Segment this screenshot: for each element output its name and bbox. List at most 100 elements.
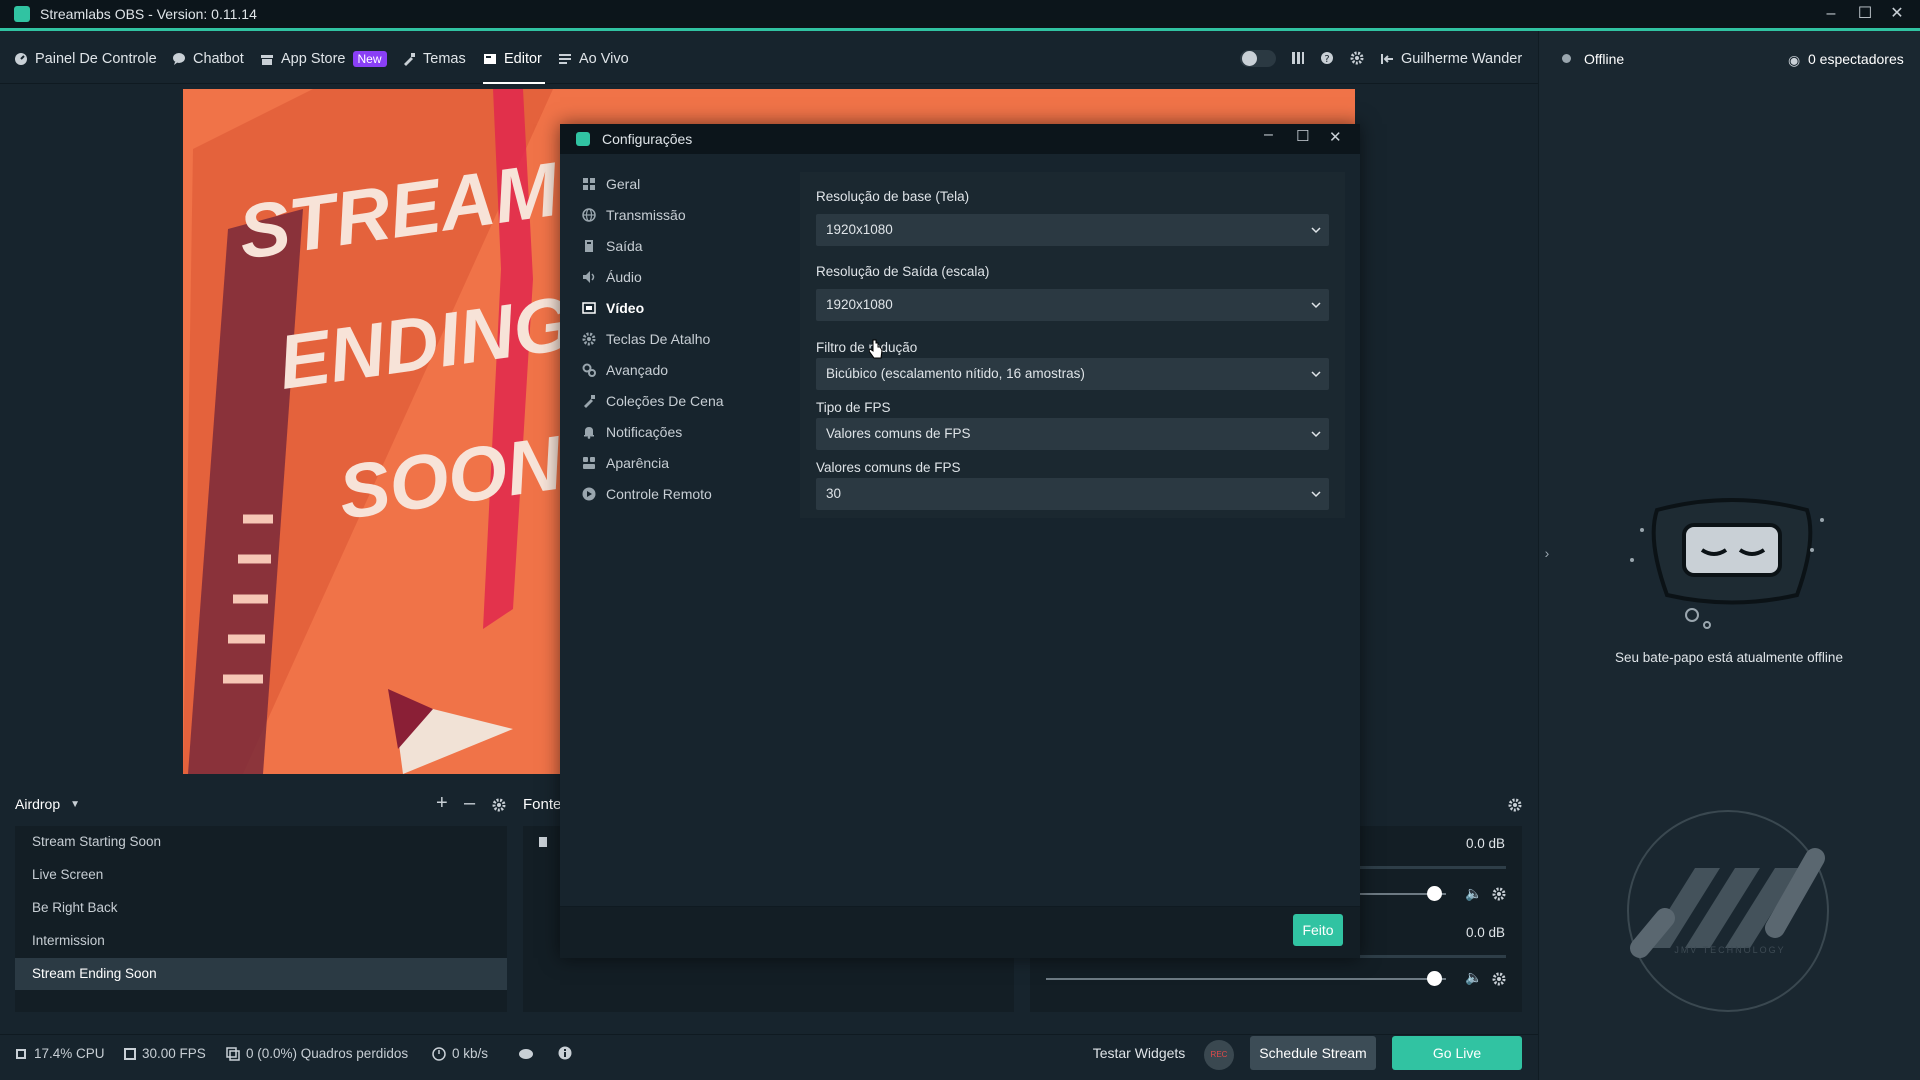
channel-gear-icon[interactable] [1492, 972, 1506, 986]
settings-nav-remote-control[interactable]: Controle Remoto [582, 484, 712, 504]
nav-themes[interactable]: Temas [402, 49, 466, 69]
chat-offline-message: Seu bate-papo está atualmente offline [1615, 650, 1843, 665]
settings-nav-audio[interactable]: Áudio [582, 267, 642, 287]
channel-gear-icon[interactable] [1492, 887, 1506, 901]
settings-nav-general[interactable]: Geral [582, 174, 640, 194]
done-button[interactable]: Feito [1293, 914, 1343, 946]
gear-icon [582, 332, 596, 346]
scene-item[interactable]: Intermission [15, 925, 507, 957]
nav-app-store[interactable]: App Store New [260, 49, 387, 69]
scene-item[interactable]: Be Right Back [15, 892, 507, 924]
play-icon [582, 487, 596, 501]
nav-label: Avançado [606, 362, 669, 378]
settings-nav-scene-collections[interactable]: Coleções De Cena [582, 391, 724, 411]
add-scene-icon[interactable]: + [436, 792, 448, 815]
mixer-slider-handle[interactable] [1427, 971, 1442, 986]
fps-value: 30.00 FPS [142, 1046, 206, 1061]
mixer-settings-gear-icon[interactable] [1508, 798, 1522, 812]
chevron-down-icon [1311, 371, 1321, 378]
close-icon[interactable]: ✕ [1329, 128, 1342, 146]
output-resolution-select[interactable]: 1920x1080 [816, 289, 1329, 321]
fps-stat: 30.00 FPS [124, 1046, 206, 1061]
user-account[interactable]: Guilherme Wander [1380, 49, 1522, 69]
rec-button[interactable]: REC [1204, 1040, 1234, 1070]
nav-label: Painel De Controle [35, 51, 157, 67]
columns-icon[interactable] [1291, 51, 1305, 65]
nav-label: Ao Vivo [579, 51, 629, 67]
minimize-icon[interactable]: – [1816, 2, 1846, 26]
frames-icon [226, 1046, 240, 1061]
common-fps-label: Valores comuns de FPS [816, 460, 961, 475]
nav-label: Notificações [606, 424, 683, 440]
gauge-icon [432, 1046, 446, 1061]
scene-collection-name: Airdrop [15, 796, 61, 812]
brush-icon [584, 395, 595, 408]
scene-collection-selector[interactable]: Airdrop ▼ [15, 796, 80, 812]
remove-scene-icon[interactable]: – [464, 792, 475, 815]
settings-gear-icon[interactable] [1350, 51, 1364, 65]
chat-bubble-icon [173, 53, 185, 65]
eye-icon: ◉ [1788, 52, 1801, 68]
mixer-slider-handle[interactable] [1427, 886, 1442, 901]
frames-stat: 0 (0.0%) Quadros perdidos [226, 1046, 408, 1061]
bell-icon [584, 427, 594, 439]
info-icon[interactable] [558, 1046, 572, 1060]
select-value: Valores comuns de FPS [826, 426, 971, 441]
base-resolution-select[interactable]: 1920x1080 [816, 214, 1329, 246]
nav-live[interactable]: Ao Vivo [558, 49, 629, 69]
settings-nav-stream[interactable]: Transmissão [582, 205, 686, 225]
maximize-icon[interactable]: ☐ [1296, 127, 1309, 145]
settings-nav-output[interactable]: Saída [582, 236, 643, 256]
bitrate-value: 0 kb/s [452, 1046, 489, 1061]
scene-settings-gear-icon[interactable] [492, 798, 506, 812]
cpu-value: 17.4% CPU [34, 1046, 105, 1061]
settings-nav-advanced[interactable]: Avançado [582, 360, 668, 380]
film-icon [582, 302, 596, 314]
chevron-right-icon[interactable]: › [1538, 545, 1556, 561]
dashboard-icon [15, 53, 27, 65]
speaker-icon [583, 271, 595, 283]
select-value: 30 [826, 486, 842, 501]
schedule-stream-button[interactable]: Schedule Stream [1250, 1036, 1376, 1070]
night-mode-toggle[interactable] [1240, 50, 1276, 67]
scene-item[interactable]: Live Screen [15, 859, 507, 891]
speaker-icon[interactable]: 🔈 [1465, 969, 1482, 986]
go-live-button[interactable]: Go Live [1392, 1036, 1522, 1070]
nav-label: Aparência [606, 455, 670, 471]
nav-editor[interactable]: Editor [483, 49, 542, 69]
logout-icon [1381, 54, 1393, 64]
maximize-icon[interactable]: ☐ [1850, 2, 1880, 26]
viewer-count: 0 espectadores [1808, 51, 1904, 67]
help-icon[interactable]: ? [1320, 51, 1334, 65]
nav-chatbot[interactable]: Chatbot [172, 49, 244, 69]
nav-label: Saída [606, 238, 643, 254]
test-widgets-button[interactable]: Testar Widgets [1085, 1036, 1193, 1070]
speaker-icon[interactable]: 🔈 [1465, 885, 1482, 902]
stream-status: Offline [1584, 51, 1625, 67]
settings-nav-hotkeys[interactable]: Teclas De Atalho [582, 329, 710, 349]
mixer-db-1: 0.0 dB [1465, 836, 1505, 851]
editor-icon [484, 54, 496, 64]
scene-item[interactable]: Stream Starting Soon [15, 826, 507, 858]
app-logo-icon [14, 6, 30, 22]
settings-nav-notifications[interactable]: Notificações [582, 422, 682, 442]
chevron-down-icon [1311, 227, 1321, 234]
settings-nav-video[interactable]: Vídeo [582, 298, 644, 318]
jmv-logo-watermark: JMV TECHNOLOGY [1627, 810, 1829, 1012]
nav-label: Áudio [606, 269, 642, 285]
fps-type-label: Tipo de FPS [816, 400, 891, 415]
cloud-icon[interactable] [518, 1046, 534, 1060]
close-icon[interactable]: ✕ [1882, 2, 1912, 26]
fps-type-select[interactable]: Valores comuns de FPS [816, 418, 1329, 450]
dialog-title-bar: Configurações – ☐ ✕ [560, 124, 1360, 154]
scene-item-active[interactable]: Stream Ending Soon [15, 958, 507, 990]
mixer-volume-slider-2[interactable] [1046, 978, 1446, 980]
nav-label: Temas [423, 51, 466, 67]
nav-dashboard[interactable]: Painel De Controle [14, 49, 157, 69]
frames-value: 0 (0.0%) Quadros perdidos [246, 1046, 409, 1061]
downscale-filter-select[interactable]: Bicúbico (escalamento nítido, 16 amostra… [816, 358, 1329, 390]
settings-nav-appearance[interactable]: Aparência [582, 453, 669, 473]
minimize-icon[interactable]: – [1264, 126, 1273, 144]
common-fps-select[interactable]: 30 [816, 478, 1329, 510]
grid-icon [583, 178, 595, 190]
